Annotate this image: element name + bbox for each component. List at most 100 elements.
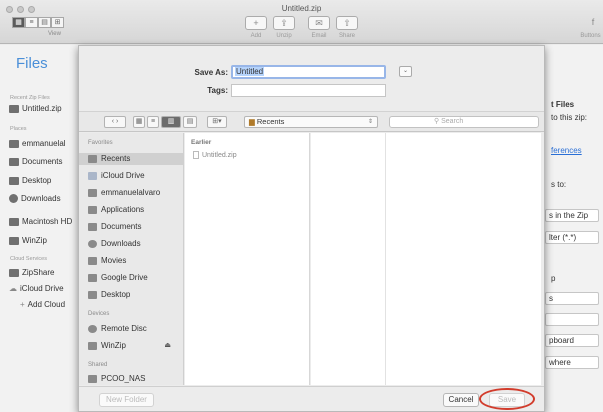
new-folder-button[interactable]: New Folder	[99, 393, 154, 407]
chevron-updown-icon: ⇕	[367, 119, 373, 125]
desktop-icon	[9, 176, 19, 185]
shared-header: Shared	[88, 362, 108, 368]
actions-heading: t Files	[551, 100, 575, 109]
sidebar-item-nas[interactable]: PCOO_NAS	[88, 373, 180, 385]
sidebar-item-recents[interactable]: Recents	[79, 153, 183, 165]
arrange-button[interactable]: ⊞▾	[207, 116, 227, 128]
sidebar-item-downloads[interactable]: Downloads	[88, 238, 180, 250]
back-forward-buttons[interactable]: ‹ ›	[104, 116, 126, 128]
zip-file-icon	[9, 104, 19, 113]
cloud-item[interactable]: ZipShare	[9, 268, 54, 277]
home-icon	[88, 189, 97, 197]
actions-line: p	[551, 274, 556, 283]
sidebar-item-home[interactable]: emmanuelalvaro	[88, 187, 180, 199]
devices-header: Devices	[88, 311, 110, 317]
save-as-field[interactable]: Untitled	[231, 65, 386, 79]
actions-panel: t Files to this zip: ferences s to: s in…	[545, 45, 603, 412]
share-button[interactable]: ⇧	[336, 16, 358, 30]
unzip-button[interactable]: ⇪	[273, 16, 295, 30]
save-as-value: Untitled	[235, 67, 265, 76]
email-caption: Email	[311, 33, 327, 39]
favorites-header: Favorites	[88, 140, 113, 146]
expand-dialog-button[interactable]: ⌄	[399, 66, 412, 77]
sidebar-item-google-drive[interactable]: Google Drive	[88, 272, 180, 284]
cancel-button[interactable]: Cancel	[443, 393, 479, 407]
add-button[interactable]: +	[245, 16, 267, 30]
sidebar-item-icloud[interactable]: iCloud Drive	[88, 170, 180, 182]
plus-icon: +	[20, 300, 25, 309]
share-caption: Share	[338, 33, 355, 39]
buttons-caption: Buttons	[580, 33, 601, 39]
folder-icon	[9, 157, 19, 166]
dialog-sidebar: Favorites Recents iCloud Drive emmanuela…	[79, 133, 184, 385]
view-caption: View	[48, 31, 61, 37]
sidebar-item-documents[interactable]: Documents	[88, 221, 180, 233]
option-box[interactable]: s in the Zip	[545, 209, 599, 222]
place-item[interactable]: emmanuelal	[9, 139, 66, 148]
title-bar: Untitled.zip ▦ ≡ ▤ ⊞ View + ⇪ ✉ ⇧ Add Un…	[0, 0, 603, 44]
filter-select[interactable]: lter (*.*)	[545, 231, 599, 244]
sidebar-item-applications[interactable]: Applications	[88, 204, 180, 216]
view-mode-group: ▦ ≡ ▤ ⊞	[12, 17, 64, 28]
icon-view-button[interactable]: ▦	[133, 116, 145, 128]
disk-icon	[9, 217, 19, 226]
unzip-caption: Unzip	[276, 33, 292, 39]
dialog-navigation-bar: ‹ › ▦ ≡ ▥ ▤ ⊞▾ ▆ Recents ⇕ ⚲ Search	[79, 111, 544, 132]
empty-column	[311, 133, 541, 385]
view-mode-icons[interactable]: ▦	[12, 17, 25, 28]
column-header: Earlier	[191, 139, 212, 146]
option-box[interactable]	[545, 313, 599, 326]
option-box[interactable]: s	[545, 292, 599, 305]
clipboard-button[interactable]: pboard	[545, 334, 599, 347]
add-cloud-item[interactable]: + Add Cloud	[20, 300, 65, 309]
window-title: Untitled.zip	[281, 4, 322, 13]
cloud-icon: ☁	[9, 284, 17, 293]
zipshare-icon	[9, 268, 19, 277]
recent-item[interactable]: Untitled.zip	[9, 104, 62, 113]
save-dialog: Save As: Untitled ⌄ Tags: ‹ › ▦ ≡ ▥ ▤ ⊞▾…	[78, 45, 545, 412]
folder-icon: ▆	[249, 117, 257, 126]
place-item[interactable]: Desktop	[9, 176, 51, 185]
download-icon	[88, 240, 97, 248]
apps-icon	[88, 206, 97, 214]
sidebar-item-movies[interactable]: Movies	[88, 255, 180, 267]
recent-header: Recent Zip Files	[10, 95, 50, 101]
view-mode-columns[interactable]: ▤	[38, 17, 51, 28]
place-item[interactable]: Documents	[9, 157, 62, 166]
files-sidebar: Files Recent Zip Files Untitled.zip Plac…	[0, 45, 86, 412]
document-icon	[88, 223, 97, 231]
highlight-circle	[479, 388, 535, 410]
places-header: Places	[10, 126, 27, 132]
place-item[interactable]: WinZip	[9, 236, 47, 245]
actions-line: s to:	[551, 180, 567, 189]
view-mode-list[interactable]: ≡	[25, 17, 38, 28]
sidebar-item-winzip[interactable]: WinZip ⏏	[88, 340, 180, 352]
column-view-button[interactable]: ▥	[161, 116, 181, 128]
list-view-button[interactable]: ≡	[147, 116, 159, 128]
desktop-icon	[88, 291, 97, 299]
coverflow-view-button[interactable]: ▤	[183, 116, 197, 128]
winzip-window: Untitled.zip ▦ ≡ ▤ ⊞ View + ⇪ ✉ ⇧ Add Un…	[0, 0, 603, 412]
winzip-icon	[9, 236, 19, 245]
save-as-label: Save As:	[194, 68, 229, 77]
preferences-link[interactable]: ferences	[551, 146, 582, 155]
tags-field[interactable]	[231, 84, 386, 97]
file-item[interactable]: Untitled.zip	[193, 151, 237, 159]
place-item[interactable]: Macintosh HD	[9, 217, 72, 226]
cloud-header: Cloud Services	[10, 256, 47, 262]
sidebar-item-remote-disc[interactable]: Remote Disc	[88, 323, 180, 335]
file-column: Earlier Untitled.zip	[185, 133, 310, 385]
search-field[interactable]: ⚲ Search	[389, 116, 539, 128]
location-popup[interactable]: ▆ Recents ⇕	[244, 116, 378, 128]
elsewhere-button[interactable]: where	[545, 356, 599, 369]
eject-icon[interactable]: ⏏	[164, 340, 171, 352]
cloud-item[interactable]: ☁ iCloud Drive	[9, 284, 64, 293]
email-button[interactable]: ✉	[308, 16, 330, 30]
place-item[interactable]: Downloads	[9, 194, 61, 203]
buttons-toggle[interactable]: f	[585, 16, 601, 30]
home-icon	[9, 139, 19, 148]
view-mode-gallery[interactable]: ⊞	[51, 17, 64, 28]
column-divider[interactable]	[385, 133, 386, 385]
disk-icon	[88, 342, 97, 350]
sidebar-item-desktop[interactable]: Desktop	[88, 289, 180, 301]
